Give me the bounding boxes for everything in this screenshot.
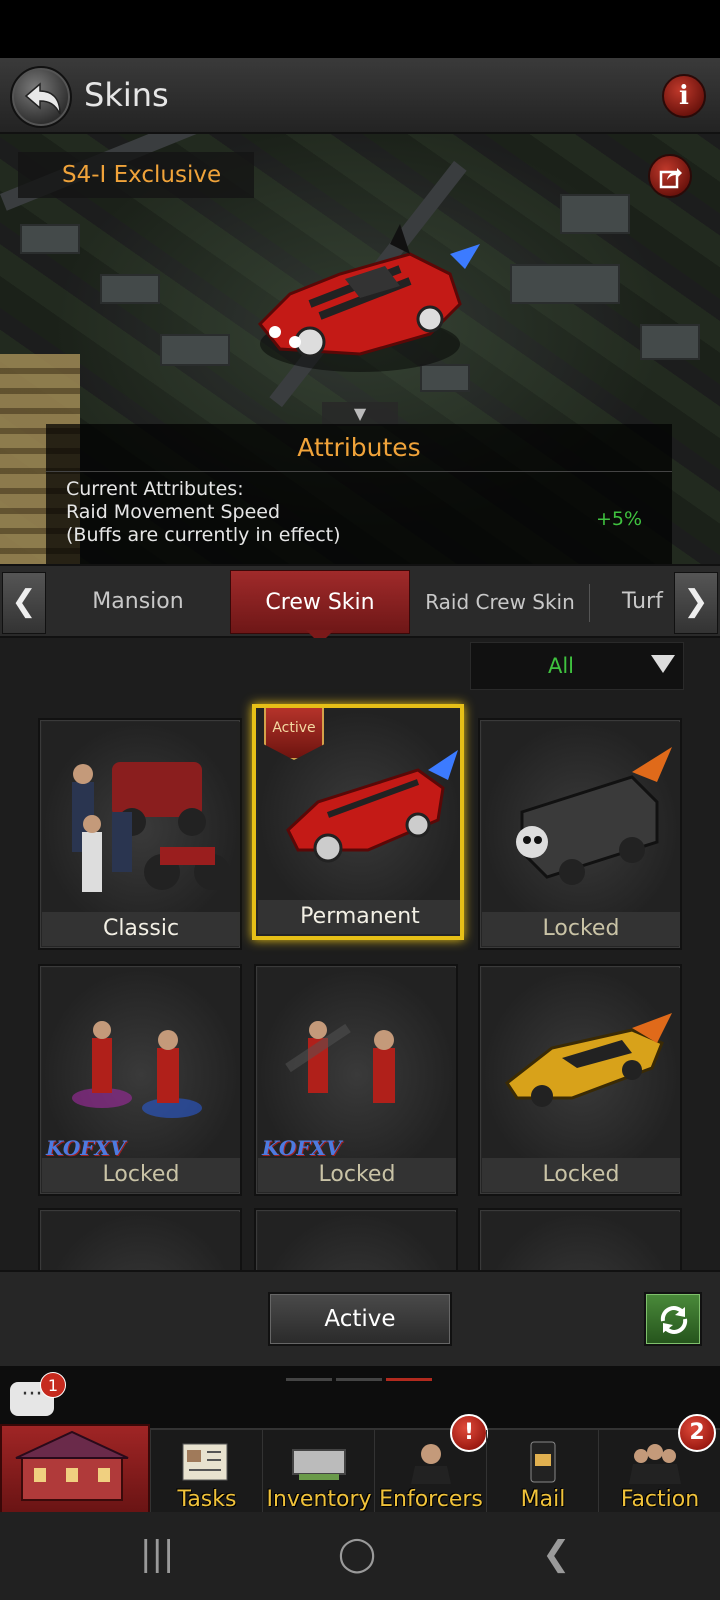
chat-badge: 1 (40, 1372, 66, 1398)
kof-fighters-art (258, 968, 456, 1162)
faction-count-badge: 2 (678, 1414, 716, 1452)
tab-prev-button[interactable]: ❮ (2, 572, 46, 634)
info-icon: i (679, 81, 689, 111)
dropdown-arrow-icon (651, 655, 675, 673)
nav-enforcers-label: Enforcers (379, 1487, 483, 1512)
nav-mail-label: Mail (520, 1487, 566, 1512)
tasks-icon (182, 1443, 228, 1481)
kof-logo: KOFXV (46, 1136, 126, 1160)
attributes-line-stat: Raid Movement Speed (66, 501, 281, 523)
bottom-nav: Tasks Inventory ! Enforcers Mail 2 Facti… (0, 1414, 720, 1514)
chevron-right-icon: ❯ (683, 584, 709, 619)
nav-faction-label: Faction (620, 1487, 700, 1512)
map-building (160, 334, 230, 366)
refresh-button[interactable] (644, 1292, 702, 1346)
filter-dropdown[interactable]: All (470, 642, 684, 690)
home-icon[interactable]: ◯ (338, 1534, 376, 1574)
action-bar: Active (0, 1270, 720, 1366)
map-building (100, 274, 160, 304)
page-dot (336, 1378, 382, 1381)
classic-crew-art (42, 722, 240, 916)
map-building (510, 264, 620, 304)
nav-faction[interactable]: 2 Faction (598, 1414, 720, 1514)
attributes-line-current: Current Attributes: (66, 478, 244, 500)
chevron-left-icon: ❮ (11, 584, 37, 619)
attributes-line-note: (Buffs are currently in effect) (66, 524, 341, 546)
inventory-icon (292, 1449, 346, 1480)
kof-fighters-art (42, 968, 240, 1162)
exclusive-tag: S4-I Exclusive (18, 152, 254, 198)
back-icon[interactable]: ❮ (542, 1534, 571, 1574)
skin-card-permanent[interactable]: Active Permanent (252, 704, 464, 940)
attributes-title: Attributes (46, 424, 672, 472)
info-button[interactable]: i (662, 74, 706, 118)
skin-card-art (42, 1212, 240, 1270)
status-bar (0, 0, 720, 58)
filter-selected: All (547, 654, 575, 678)
kof-logo: KOFXV (262, 1136, 342, 1160)
activate-button[interactable]: Active (268, 1292, 452, 1346)
skin-card-locked[interactable]: KOFXV Locked (254, 964, 458, 1196)
system-nav-bar: ||| ◯ ❮ (0, 1512, 720, 1600)
map-building (560, 194, 630, 234)
car-skin-illustration (257, 224, 480, 372)
tab-turf[interactable]: Turf (592, 570, 676, 634)
nav-enforcers[interactable]: ! Enforcers (374, 1414, 488, 1514)
enforcers-alert-badge: ! (450, 1414, 488, 1452)
nav-inventory[interactable]: Inventory (262, 1430, 374, 1514)
armored-truck-art (482, 722, 680, 916)
page-indicator (286, 1366, 436, 1385)
skin-grid-area: All Classic Active Permanent Locked KOFX… (0, 638, 720, 1270)
map-building (20, 224, 80, 254)
skin-card-classic[interactable]: Classic (38, 718, 242, 950)
page-dot-active (386, 1378, 432, 1381)
skin-card-partial[interactable] (478, 1208, 682, 1270)
tab-divider (589, 584, 590, 622)
page-dot (286, 1378, 332, 1381)
enforcers-icon (411, 1444, 451, 1484)
nav-tasks[interactable]: Tasks (150, 1430, 262, 1514)
skin-card-label: Classic (42, 912, 240, 946)
map-building (640, 324, 700, 360)
tab-raid-crew-skin[interactable]: Raid Crew Skin (412, 570, 588, 634)
mansion-home-button[interactable] (0, 1424, 150, 1514)
share-button[interactable] (648, 154, 692, 198)
mail-icon (530, 1441, 556, 1483)
skin-card-label: Locked (482, 1158, 680, 1192)
faction-icon (629, 1444, 681, 1484)
skin-card-label: Locked (482, 912, 680, 946)
skin-card-label: Permanent (258, 900, 460, 934)
skin-card-locked[interactable]: KOFXV Locked (38, 964, 242, 1196)
refresh-icon (660, 1306, 688, 1334)
skin-card-partial[interactable] (254, 1208, 458, 1270)
skin-card-partial[interactable] (38, 1208, 242, 1270)
category-tabs: ❮ Mansion Crew Skin Raid Crew Skin Turf … (0, 564, 720, 638)
header: Skins i (0, 58, 720, 134)
nav-mail[interactable]: Mail (486, 1430, 598, 1514)
share-icon (659, 168, 682, 189)
tab-mansion[interactable]: Mansion (48, 570, 228, 634)
skin-card-locked[interactable]: Locked (478, 964, 682, 1196)
skin-card-label: Locked (258, 1158, 456, 1192)
back-arrow-icon (24, 82, 61, 115)
tab-crew-skin[interactable]: Crew Skin (230, 570, 410, 634)
collapse-arrow-icon[interactable]: ▼ (322, 402, 398, 426)
skin-card-art (258, 1212, 456, 1270)
recents-icon[interactable]: ||| (140, 1534, 174, 1574)
skin-card-label: Locked (42, 1158, 240, 1192)
skin-card-locked[interactable]: Locked (478, 718, 682, 950)
back-button[interactable] (10, 66, 72, 128)
page-title: Skins (84, 76, 169, 114)
tab-next-button[interactable]: ❯ (674, 572, 718, 634)
skin-card-art (482, 1212, 680, 1270)
mansion-icon (15, 1430, 129, 1501)
attributes-panel: Attributes Current Attributes: Raid Move… (46, 424, 672, 564)
gold-supercar-art (482, 968, 680, 1162)
attributes-value: +5% (595, 508, 642, 530)
nav-inventory-label: Inventory (266, 1487, 372, 1512)
skin-preview: S4-I Exclusive ▼ Attributes Current Attr… (0, 134, 720, 564)
nav-tasks-label: Tasks (177, 1487, 237, 1512)
